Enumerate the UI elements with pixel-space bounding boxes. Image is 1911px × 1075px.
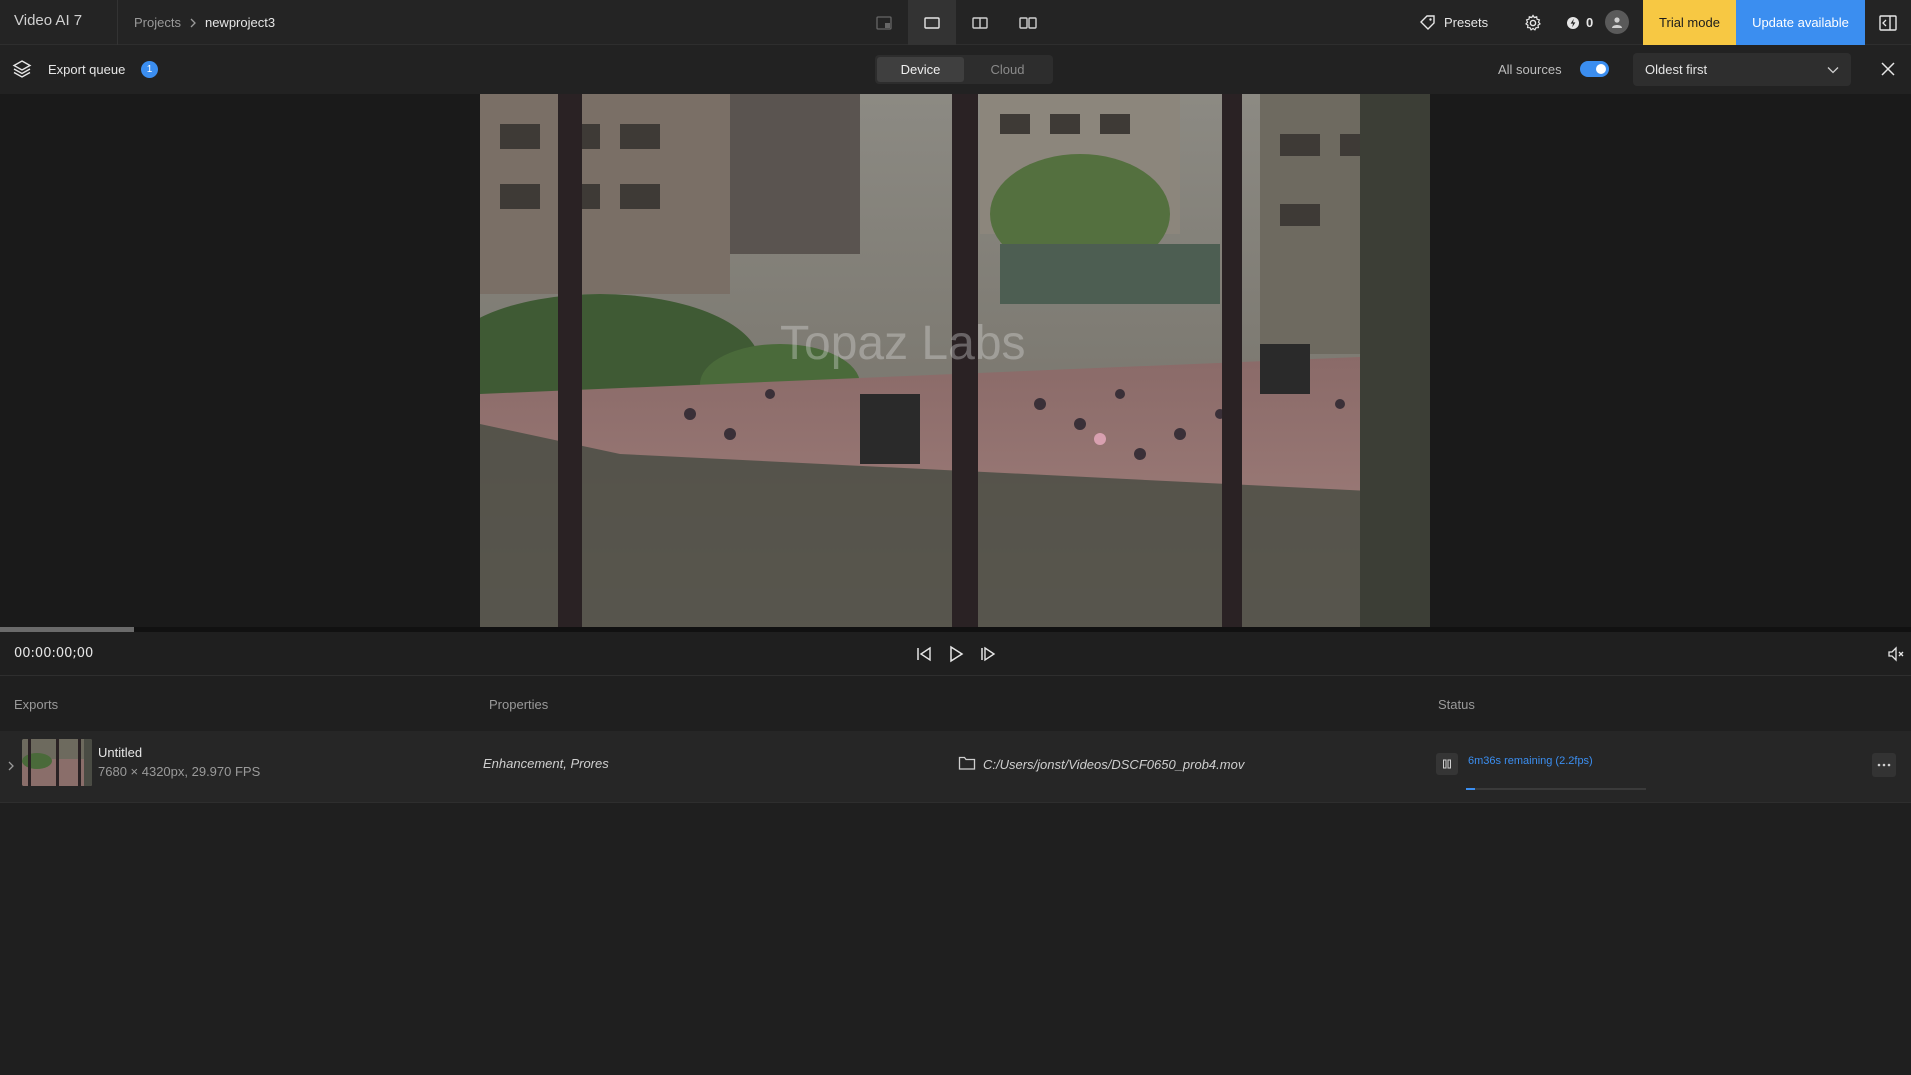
more-options-button[interactable] <box>1872 753 1896 777</box>
chevron-down-icon <box>1827 66 1839 73</box>
split-view-button[interactable] <box>956 0 1004 45</box>
top-bar: Video AI 7 Projects newproject3 Presets … <box>0 0 1911 45</box>
pause-icon <box>1443 759 1451 769</box>
side-by-side-icon <box>1019 16 1037 29</box>
original-view-button[interactable] <box>908 0 956 45</box>
export-progress-fill <box>1466 788 1475 790</box>
segment-cloud[interactable]: Cloud <box>964 57 1051 82</box>
play-icon <box>950 645 964 663</box>
mute-button[interactable] <box>1884 642 1908 666</box>
side-by-side-button[interactable] <box>1004 0 1052 45</box>
gear-icon <box>1525 13 1541 31</box>
export-status: 6m36s remaining (2.2fps) <box>1468 755 1593 767</box>
breadcrumb-current[interactable]: newproject3 <box>205 2 275 43</box>
app-title: Video AI 7 <box>14 12 83 29</box>
folder-icon[interactable] <box>958 755 976 771</box>
export-queue-label: Export queue <box>48 62 126 77</box>
step-back-icon <box>917 646 931 662</box>
step-forward-icon <box>981 646 996 662</box>
side-panel-icon <box>1879 14 1897 31</box>
single-view-button[interactable] <box>860 0 908 45</box>
exports-table-header: Exports Properties Status <box>0 686 1911 724</box>
video-frame[interactable]: Topaz Labs <box>480 94 1430 627</box>
watermark: Topaz Labs <box>780 317 1026 370</box>
queue-count-badge: 1 <box>141 61 158 78</box>
export-file-path[interactable]: C:/Users/jonst/Videos/DSCF0650_prob4.mov <box>983 757 1244 772</box>
sort-order-value: Oldest first <box>1645 62 1708 77</box>
presets-icon <box>1420 14 1435 30</box>
user-icon <box>1612 17 1622 28</box>
timecode: 00:00:00;00 <box>14 646 94 661</box>
close-icon <box>1881 62 1895 76</box>
sort-order-select[interactable]: Oldest first <box>1633 53 1851 86</box>
volume-muted-icon <box>1888 646 1904 662</box>
breadcrumb: Projects newproject3 <box>134 0 275 45</box>
settings-button[interactable] <box>1513 0 1553 45</box>
export-resolution: 7680 × 4320px, 29.970 FPS <box>98 764 261 779</box>
layers-icon <box>12 60 32 78</box>
header-status: Status <box>1438 697 1475 712</box>
original-view-icon <box>924 16 940 29</box>
export-progress-bar <box>1466 788 1646 790</box>
credits-indicator[interactable]: 0 <box>1566 0 1593 45</box>
thumbnail-image <box>22 739 92 786</box>
trial-mode-button[interactable]: Trial mode <box>1643 0 1736 45</box>
presets-label: Presets <box>1444 15 1489 30</box>
export-queue-bar: Export queue 1 Device Cloud All sources … <box>0 45 1911 94</box>
breadcrumb-projects[interactable]: Projects <box>134 2 181 43</box>
next-frame-button[interactable] <box>976 642 1000 666</box>
source-segmented-control: Device Cloud <box>875 55 1053 84</box>
ellipsis-icon <box>1877 763 1891 767</box>
avatar[interactable] <box>1605 10 1629 34</box>
export-name: Untitled <box>98 745 143 760</box>
chevron-right-icon <box>190 18 196 27</box>
header-properties: Properties <box>489 697 549 712</box>
toggle-panel-button[interactable] <box>1865 0 1911 45</box>
header-exports: Exports <box>14 697 59 712</box>
pause-export-button[interactable] <box>1436 753 1458 775</box>
transport-bar: 00:00:00;00 <box>0 632 1911 676</box>
split-view-icon <box>972 16 988 29</box>
divider <box>117 0 118 45</box>
update-available-button[interactable]: Update available <box>1736 0 1865 45</box>
single-view-icon <box>876 15 892 30</box>
presets-button[interactable]: Presets <box>1418 0 1488 45</box>
segment-device[interactable]: Device <box>877 57 964 82</box>
export-properties: Enhancement, Prores <box>483 756 609 771</box>
table-row[interactable]: Untitled 7680 × 4320px, 29.970 FPS Enhan… <box>0 731 1911 803</box>
close-queue-button[interactable] <box>1876 57 1900 81</box>
chevron-right-icon[interactable] <box>6 760 16 772</box>
all-sources-label: All sources <box>1498 62 1562 77</box>
credits-count: 0 <box>1586 15 1594 30</box>
previous-frame-button[interactable] <box>912 642 936 666</box>
video-image: Topaz Labs <box>480 94 1430 627</box>
play-button[interactable] <box>944 642 968 666</box>
all-sources-toggle[interactable] <box>1580 61 1609 77</box>
credit-icon <box>1567 16 1579 29</box>
export-thumbnail <box>22 739 92 786</box>
video-preview-area: Topaz Labs <box>0 94 1911 627</box>
